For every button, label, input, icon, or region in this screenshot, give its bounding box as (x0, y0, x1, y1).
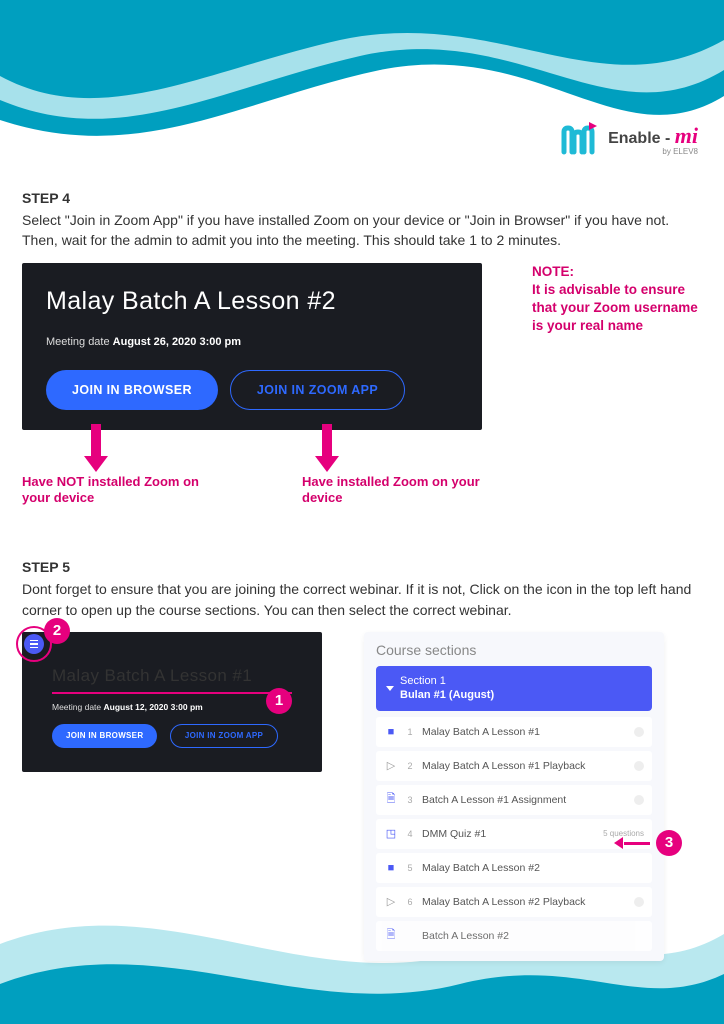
course-item[interactable]: ▷ 2 Malay Batch A Lesson #1 Playback (376, 751, 652, 781)
item-label: Batch A Lesson #1 Assignment (422, 794, 566, 806)
join-in-browser-button[interactable]: JOIN IN BROWSER (52, 724, 157, 748)
zoom-meeting-date: Meeting date August 26, 2020 3:00 pm (46, 336, 458, 348)
annotation-number-3: 3 (656, 830, 682, 856)
course-sections-panel: Course sections Section 1 Bulan #1 (Augu… (364, 632, 664, 961)
play-icon: ▷ (384, 895, 398, 909)
note-title: NOTE: (532, 263, 702, 281)
item-meta: 5 questions (603, 829, 644, 838)
item-index: 6 (406, 897, 414, 907)
item-index: 5 (406, 863, 414, 873)
join-in-zoom-app-button[interactable]: JOIN IN ZOOM APP (170, 724, 278, 748)
brand-logo: Enable - mi by ELEV8 (560, 118, 698, 160)
zoom-join-panel: Malay Batch A Lesson #2 Meeting date Aug… (22, 263, 482, 430)
item-index: 4 (406, 829, 414, 839)
course-item[interactable]: 🗎 3 Batch A Lesson #1 Assignment (376, 785, 652, 815)
hamburger-icon[interactable] (24, 634, 44, 654)
video-icon: ■ (384, 861, 398, 875)
course-item[interactable]: ■ 5 Malay Batch A Lesson #2 (376, 853, 652, 883)
item-label: Malay Batch A Lesson #1 (422, 726, 540, 738)
caret-down-icon (386, 686, 394, 691)
play-icon: ▷ (384, 759, 398, 773)
status-dot (634, 761, 644, 771)
step5-body: Dont forget to ensure that you are joini… (22, 579, 702, 620)
step4-body: Select "Join in Zoom App" if you have in… (22, 210, 702, 251)
status-dot (634, 897, 644, 907)
zoom-meeting-date-small: Meeting date August 12, 2020 3:00 pm (52, 702, 292, 712)
section-name: Section 1 (400, 674, 494, 688)
course-item[interactable]: ◳ 4 DMM Quiz #1 5 questions (376, 819, 652, 849)
video-icon: ■ (384, 725, 398, 739)
arrow-left-icon (618, 839, 650, 847)
zoom-lesson-title: Malay Batch A Lesson #2 (46, 287, 458, 316)
brand-text: Enable - mi (608, 123, 698, 149)
item-index: 1 (406, 727, 414, 737)
join-in-zoom-app-button[interactable]: JOIN IN ZOOM APP (230, 370, 405, 410)
annotation-installed: Have installed Zoom on your device (302, 474, 482, 508)
note-body: It is advisable to ensure that your Zoom… (532, 281, 702, 336)
item-label: DMM Quiz #1 (422, 828, 486, 840)
section-header[interactable]: Section 1 Bulan #1 (August) (376, 666, 652, 711)
course-item[interactable]: ■ 1 Malay Batch A Lesson #1 (376, 717, 652, 747)
course-sections-title: Course sections (376, 642, 652, 658)
step5-heading: STEP 5 (22, 559, 702, 575)
item-label: Malay Batch A Lesson #2 (422, 862, 540, 874)
item-label: Malay Batch A Lesson #2 Playback (422, 896, 585, 908)
item-label: Malay Batch A Lesson #1 Playback (422, 760, 585, 772)
brand-prefix: Enable - (608, 130, 675, 147)
quiz-icon: ◳ (384, 827, 398, 841)
join-in-browser-button[interactable]: JOIN IN BROWSER (46, 370, 218, 410)
item-index: 2 (406, 761, 414, 771)
annotation-not-installed: Have NOT installed Zoom on your device (22, 474, 202, 508)
annotation-number-1: 1 (266, 688, 292, 714)
course-item[interactable]: 🗎 Batch A Lesson #2 (376, 921, 652, 951)
course-item[interactable]: ▷ 6 Malay Batch A Lesson #2 Playback (376, 887, 652, 917)
title-underline (52, 692, 292, 694)
status-dot (634, 795, 644, 805)
step4-heading: STEP 4 (22, 190, 702, 206)
note-block: NOTE: It is advisable to ensure that you… (532, 263, 702, 336)
item-index: 3 (406, 795, 414, 805)
item-label: Batch A Lesson #2 (422, 930, 509, 942)
logo-mark-icon (560, 118, 602, 160)
document-icon: 🗎 (384, 929, 398, 943)
document-icon: 🗎 (384, 793, 398, 807)
status-dot (634, 727, 644, 737)
brand-mi: mi (675, 123, 698, 148)
zoom-lesson-title-small: Malay Batch A Lesson #1 (52, 666, 292, 686)
annotation-number-2: 2 (44, 618, 70, 644)
section-subtitle: Bulan #1 (August) (400, 688, 494, 702)
zoom-join-panel-small: 2 Malay Batch A Lesson #1 1 Meeting date… (22, 632, 322, 772)
